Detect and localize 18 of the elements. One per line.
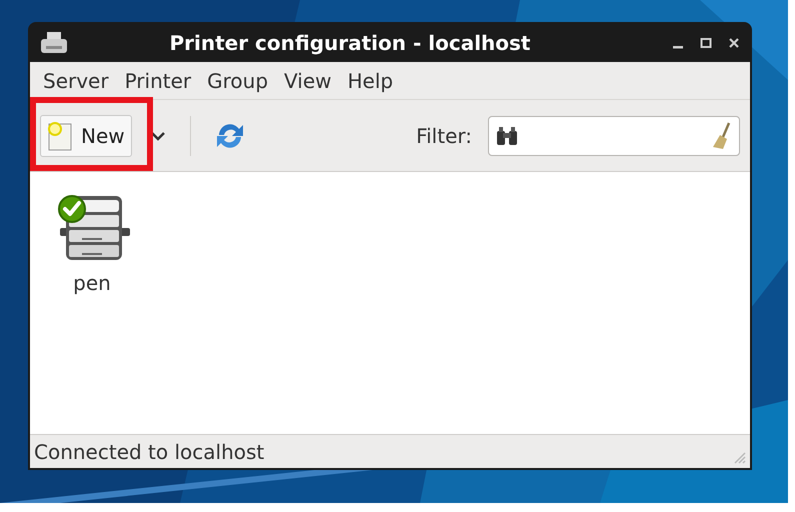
menu-item[interactable]: View [277, 66, 338, 96]
document-icon [47, 120, 73, 150]
close-icon[interactable] [728, 37, 740, 49]
printer-icon [40, 32, 68, 54]
menu-item[interactable]: Help [340, 66, 400, 96]
menu-item[interactable]: Printer [118, 66, 198, 96]
new-button[interactable]: New [40, 114, 132, 156]
maximize-icon[interactable] [700, 37, 712, 49]
resize-grip-icon[interactable] [732, 450, 746, 464]
filter-field[interactable] [488, 116, 740, 156]
broom-icon[interactable] [711, 120, 733, 150]
printer-label[interactable]: pen [73, 268, 111, 298]
binoculars-icon [495, 124, 519, 146]
filter-label: Filter: [416, 122, 472, 150]
status-text: Connected to localhost [34, 438, 264, 466]
menu-item[interactable]: Server [36, 66, 116, 96]
window-title: Printer configuration - localhost [168, 30, 532, 57]
menu-item[interactable]: Group [200, 66, 276, 96]
